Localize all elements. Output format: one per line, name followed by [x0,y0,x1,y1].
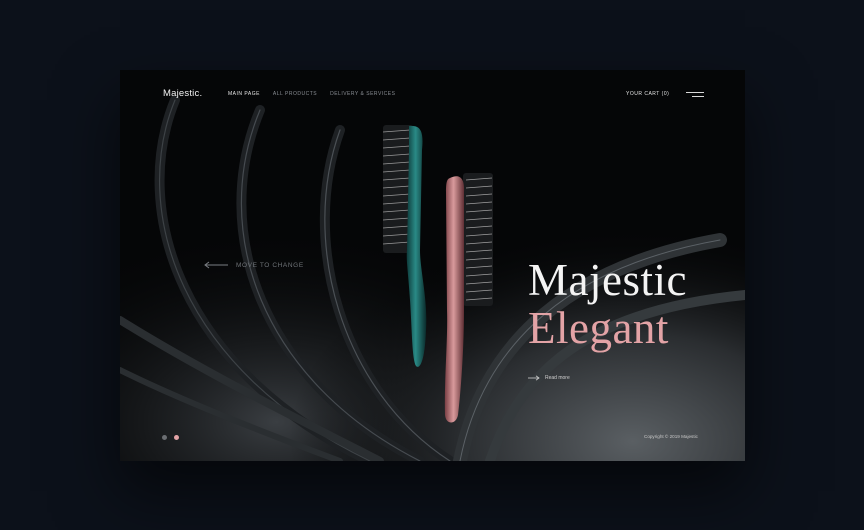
nav-item-main-page[interactable]: MAIN PAGE [228,91,260,97]
move-to-change-control[interactable]: MOVE TO CHANGE [204,261,304,269]
arrow-right-icon [528,375,540,381]
arrow-left-icon [204,261,228,269]
nav-item-delivery-services[interactable]: DELIVERY & SERVICES [330,91,395,97]
read-more-label: Read more [545,375,570,381]
slider-pagination [162,435,179,440]
move-to-change-label: MOVE TO CHANGE [236,261,304,269]
copyright-text: Copyright © 2019 Majestic [644,434,698,439]
main-nav: MAIN PAGE ALL PRODUCTS DELIVERY & SERVIC… [228,91,395,97]
read-more-link[interactable]: Read more [528,375,570,381]
hero-frame: Majestic. MAIN PAGE ALL PRODUCTS DELIVER… [120,70,745,461]
nav-item-all-products[interactable]: ALL PRODUCTS [273,91,317,97]
hero-title-line1: Majestic [528,255,687,305]
hero-title-line2: Elegant [528,303,669,353]
hero-title: Majestic Elegant [528,256,687,352]
slider-dot-2[interactable] [174,435,179,440]
brand-logo[interactable]: Majestic. [163,88,202,99]
hamburger-menu-icon[interactable] [684,92,704,100]
slider-dot-1[interactable] [162,435,167,440]
cart-link[interactable]: YOUR CART (0) [626,91,669,97]
